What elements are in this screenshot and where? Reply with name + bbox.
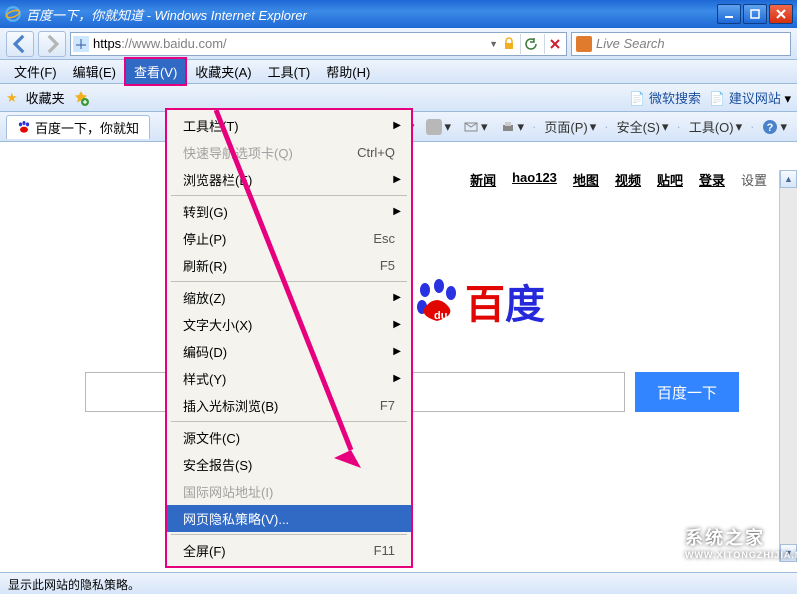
- menu-tools[interactable]: 工具(T): [260, 59, 319, 84]
- scroll-up-button[interactable]: ▲: [780, 170, 797, 188]
- page-icon: 📄: [709, 91, 725, 106]
- live-search-placeholder: Live Search: [596, 36, 665, 51]
- refresh-button[interactable]: [520, 34, 540, 54]
- menu-favorites[interactable]: 收藏夹(A): [187, 59, 259, 84]
- page-icon: 📄: [629, 91, 645, 106]
- nav-hao123[interactable]: hao123: [512, 170, 557, 189]
- nav-map[interactable]: 地图: [573, 170, 599, 189]
- help-button[interactable]: ?▾: [758, 117, 791, 137]
- baidu-search-button[interactable]: 百度一下: [635, 372, 739, 412]
- baidu-logo: du 百度: [413, 272, 545, 330]
- titlebar: 百度一下，你就知道 - Windows Internet Explorer: [0, 0, 797, 28]
- stop-button[interactable]: [544, 34, 564, 54]
- ie-icon: [4, 5, 22, 23]
- scroll-track[interactable]: [780, 188, 797, 544]
- print-button[interactable]: ▾: [496, 117, 529, 137]
- menu-separator: [171, 421, 407, 422]
- menu-separator: [171, 195, 407, 196]
- maximize-button[interactable]: [743, 4, 767, 24]
- nav-settings[interactable]: 设置: [741, 170, 767, 189]
- site-icon: [73, 36, 89, 52]
- menuitem-privacy-policy[interactable]: 网页隐私策略(V)...: [167, 505, 411, 532]
- menuitem-caret[interactable]: 插入光标浏览(B)F7: [167, 392, 411, 419]
- mail-button[interactable]: ▾: [459, 117, 492, 137]
- back-button[interactable]: [6, 31, 34, 57]
- menuitem-fullscreen[interactable]: 全屏(F)F11: [167, 537, 411, 564]
- dropdown-icon[interactable]: ▼: [489, 39, 498, 49]
- live-search-box[interactable]: Live Search: [571, 32, 791, 56]
- menuitem-toolbars[interactable]: 工具栏(T)▶: [167, 112, 411, 139]
- menu-separator: [171, 281, 407, 282]
- nav-tieba[interactable]: 贴吧: [657, 170, 683, 189]
- view-menu-dropdown: 工具栏(T)▶ 快速导航选项卡(Q)Ctrl+Q 浏览器栏(E)▶ 转到(G)▶…: [165, 108, 413, 568]
- minimize-button[interactable]: [717, 4, 741, 24]
- menuitem-encoding[interactable]: 编码(D)▶: [167, 338, 411, 365]
- baidu-paw-icon: du: [413, 277, 461, 325]
- tab-baidu[interactable]: 百度一下，你就知: [6, 115, 150, 139]
- status-bar: 显示此网站的隐私策略。: [0, 572, 797, 594]
- add-fav-icon[interactable]: [73, 90, 89, 106]
- menuitem-intl-address: 国际网站地址(I): [167, 478, 411, 505]
- svg-text:du: du: [434, 310, 447, 322]
- menu-bar: 文件(F) 编辑(E) 查看(V) 收藏夹(A) 工具(T) 帮助(H): [0, 60, 797, 84]
- menuitem-style[interactable]: 样式(Y)▶: [167, 365, 411, 392]
- cmd-tools[interactable]: 工具(O) ▾: [685, 115, 746, 138]
- menu-view[interactable]: 查看(V): [124, 57, 187, 86]
- baidu-top-nav: 新闻 hao123 地图 视频 贴吧 登录 设置: [470, 170, 767, 189]
- menuitem-security-report[interactable]: 安全报告(S): [167, 451, 411, 478]
- forward-button[interactable]: [38, 31, 66, 57]
- close-button[interactable]: [769, 4, 793, 24]
- logo-text-bai: 百: [465, 283, 505, 327]
- nav-news[interactable]: 新闻: [470, 170, 496, 189]
- nav-login[interactable]: 登录: [699, 170, 725, 189]
- link-suggest[interactable]: 📄 建议网站 ▾: [709, 88, 791, 107]
- vertical-scrollbar[interactable]: ▲ ▼: [779, 170, 797, 562]
- menuitem-goto[interactable]: 转到(G)▶: [167, 198, 411, 225]
- scroll-down-button[interactable]: ▼: [780, 544, 797, 562]
- nav-bar: https://www.baidu.com/ ▼ Live Search: [0, 28, 797, 60]
- feeds-button[interactable]: ▾: [422, 117, 455, 137]
- cmd-safety[interactable]: 安全(S) ▾: [613, 115, 673, 138]
- menuitem-stop[interactable]: 停止(P)Esc: [167, 225, 411, 252]
- favorites-label[interactable]: 收藏夹: [26, 88, 65, 107]
- menu-file[interactable]: 文件(F): [6, 59, 65, 84]
- favorites-star-icon[interactable]: ★: [6, 90, 18, 106]
- menuitem-zoom[interactable]: 缩放(Z)▶: [167, 284, 411, 311]
- nav-video[interactable]: 视频: [615, 170, 641, 189]
- baidu-favicon: [17, 120, 31, 134]
- tab-title: 百度一下，你就知: [35, 118, 139, 137]
- menuitem-explorerbar[interactable]: 浏览器栏(E)▶: [167, 166, 411, 193]
- menuitem-refresh[interactable]: 刷新(R)F5: [167, 252, 411, 279]
- menuitem-source[interactable]: 源文件(C): [167, 424, 411, 451]
- address-bar[interactable]: https://www.baidu.com/ ▼: [70, 32, 567, 56]
- lock-icon: [502, 37, 516, 51]
- link-mssearch[interactable]: 📄 微软搜索: [629, 88, 701, 107]
- cmd-page[interactable]: 页面(P) ▾: [540, 115, 600, 138]
- live-search-icon: [576, 36, 592, 52]
- window-title: 百度一下，你就知道 - Windows Internet Explorer: [26, 5, 717, 24]
- url-text: https://www.baidu.com/: [93, 36, 485, 51]
- logo-text-du: 度: [505, 283, 545, 327]
- menuitem-textsize[interactable]: 文字大小(X)▶: [167, 311, 411, 338]
- status-text: 显示此网站的隐私策略。: [8, 578, 140, 592]
- menuitem-quicktabs: 快速导航选项卡(Q)Ctrl+Q: [167, 139, 411, 166]
- menu-edit[interactable]: 编辑(E): [65, 59, 124, 84]
- svg-text:?: ?: [767, 122, 774, 134]
- menu-separator: [171, 534, 407, 535]
- menu-help[interactable]: 帮助(H): [318, 59, 378, 84]
